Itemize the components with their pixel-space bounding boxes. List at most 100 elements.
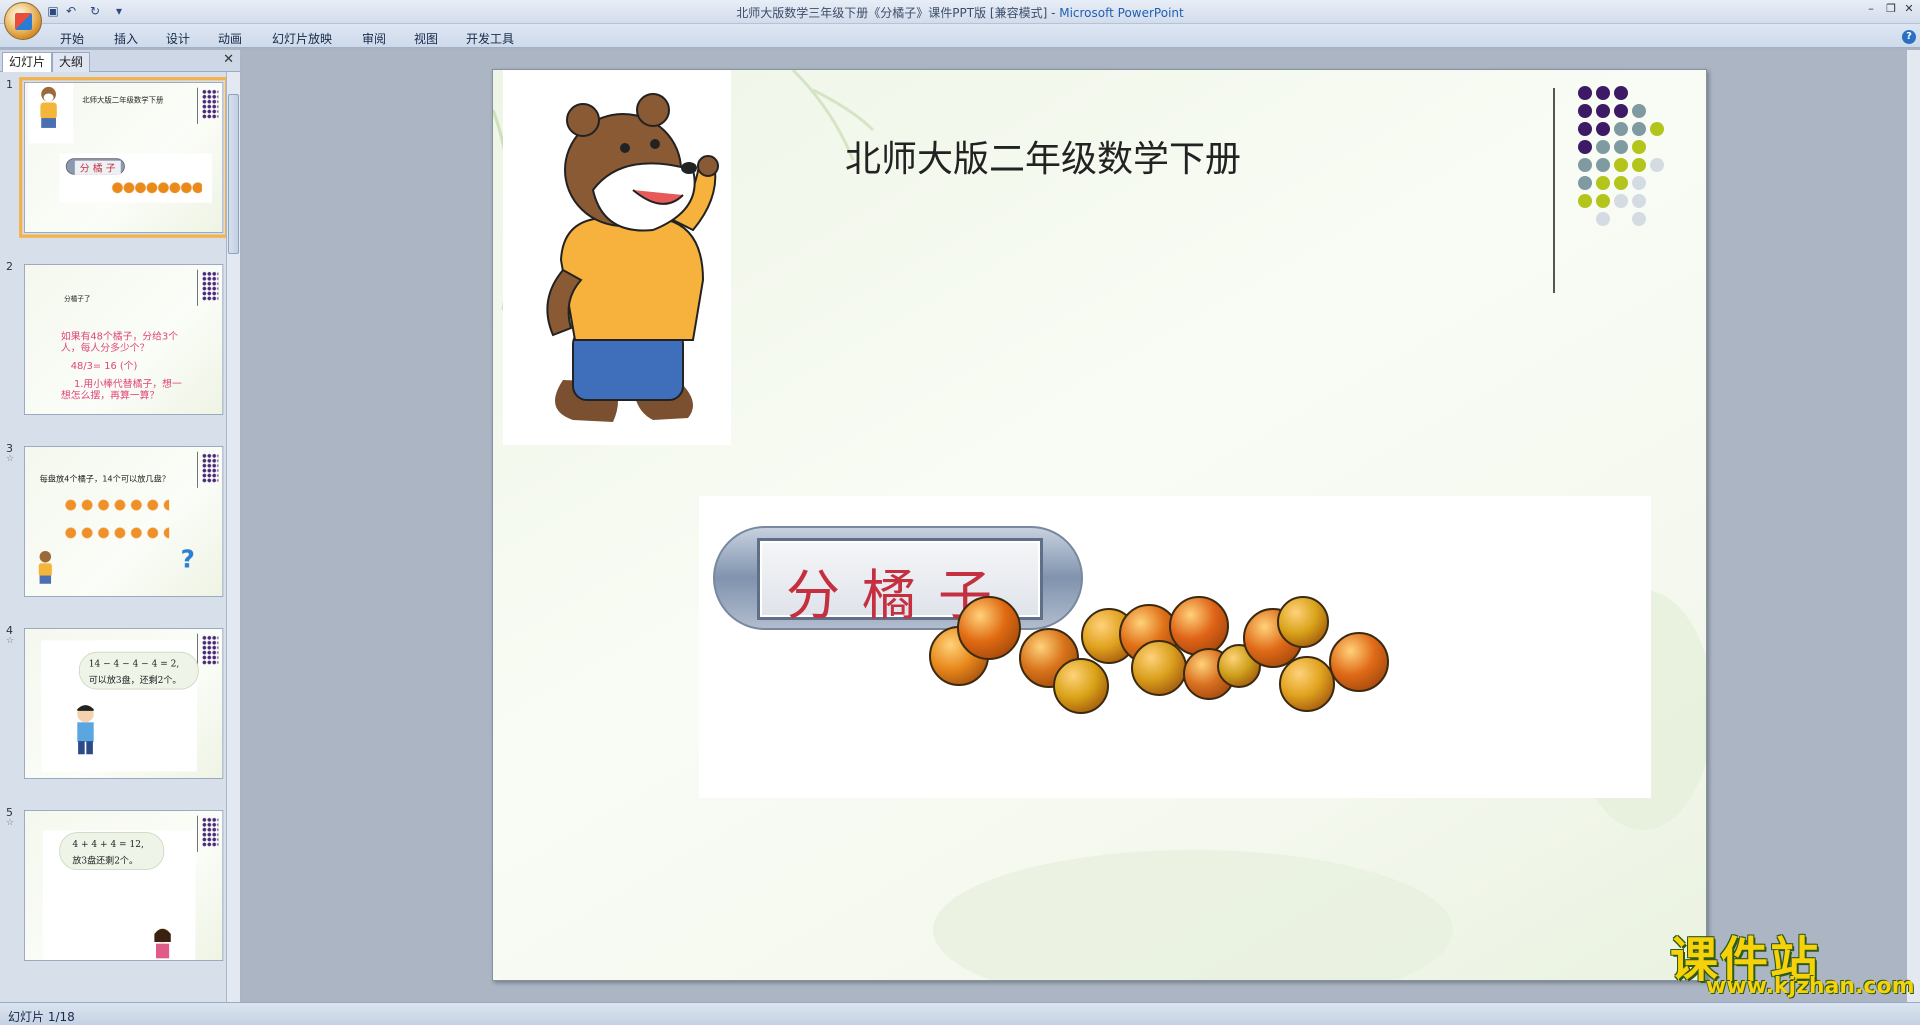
decor-dot <box>1596 194 1610 208</box>
ribbon-tabs: 开始 插入 设计 动画 幻灯片放映 审阅 视图 开发工具 <box>0 24 1920 48</box>
slide-thumbnail-5[interactable]: 4 + 4 + 4 = 12, 放3盘还剩2个。 <box>24 810 224 961</box>
orange <box>957 596 1021 660</box>
app-name: Microsoft PowerPoint <box>1059 6 1184 20</box>
slide-thumbnail-list: 1 北师大版二年级数学下册 分 橘 子 2 分橘子了 如果有48个橘子，分给3个… <box>0 72 226 1002</box>
dot-grid-decoration <box>1578 86 1678 236</box>
tab-animations[interactable]: 动画 <box>218 30 242 47</box>
oranges-row <box>62 527 170 539</box>
slide-thumbnail-3[interactable]: 每盘放4个橘子，14个可以放几盘？ ? <box>24 446 224 597</box>
dot-pattern-icon <box>201 271 219 301</box>
thumb-plate: 分 橘 子 <box>65 158 125 175</box>
decor-dot <box>1578 122 1592 136</box>
office-logo-icon <box>15 13 32 30</box>
status-bar: 幻灯片 1/18 <box>0 1002 1920 1025</box>
decor-dot <box>1578 194 1592 208</box>
tab-slides[interactable]: 幻灯片 <box>2 52 53 72</box>
scroll-thumb[interactable] <box>228 94 239 254</box>
slide-scrollbar[interactable] <box>1906 50 1920 1002</box>
help-icon[interactable]: ? <box>1902 30 1916 44</box>
decor-dot <box>1578 140 1592 154</box>
watermark: 课件站 www.kjzhan.com <box>1670 920 1915 1000</box>
orange <box>1053 658 1109 714</box>
decor-dot <box>1614 140 1628 154</box>
decor-dot <box>1632 158 1646 172</box>
tab-home[interactable]: 开始 <box>60 30 84 47</box>
decor-dot <box>1632 140 1646 154</box>
bear-thumb <box>31 549 61 588</box>
decor-dot <box>1578 104 1592 118</box>
question-mark-icon: ? <box>180 545 195 574</box>
tab-developer[interactable]: 开发工具 <box>466 30 514 47</box>
current-slide[interactable]: 北师大版二年级数学下册 分橘子 <box>492 69 1707 981</box>
decor-dot <box>1650 158 1664 172</box>
tab-view[interactable]: 视图 <box>414 30 438 47</box>
decor-dot <box>1632 194 1646 208</box>
animation-star-icon: ☆ <box>6 636 15 646</box>
slide-title[interactable]: 北师大版二年级数学下册 <box>845 130 1241 182</box>
title-bar: ▣ ↶ ↻ ▾ 北师大版数学三年级下册《分橘子》课件PPT版 [兼容模式] - … <box>0 0 1920 40</box>
tab-insert[interactable]: 插入 <box>114 30 138 47</box>
oranges-row <box>62 499 170 511</box>
slide-number: 1 <box>6 78 13 91</box>
slide-number: 2 <box>6 260 13 273</box>
orange <box>1329 632 1389 692</box>
decor-dot <box>1632 122 1646 136</box>
restore-button[interactable]: ❐ <box>1884 3 1898 17</box>
decor-dot <box>1596 158 1610 172</box>
decor-dot <box>1596 176 1610 190</box>
girl-figure <box>148 926 178 959</box>
dot-pattern-icon <box>201 635 219 665</box>
panel-close-icon[interactable]: ✕ <box>223 52 234 67</box>
boy-figure <box>67 703 105 760</box>
close-button[interactable]: ✕ <box>1902 3 1916 17</box>
decor-dot <box>1596 86 1610 100</box>
slide-thumbnail-1[interactable]: 北师大版二年级数学下册 分 橘 子 <box>19 77 226 238</box>
slides-panel: 幻灯片 大纲 ✕ 1 北师大版二年级数学下册 分 橘 子 2 分橘子了 如果有4… <box>0 50 240 1002</box>
decor-dot <box>1632 212 1646 226</box>
orange <box>1279 656 1335 712</box>
decor-dot <box>1596 122 1610 136</box>
decor-dot <box>1596 104 1610 118</box>
animation-star-icon: ☆ <box>6 454 15 464</box>
oranges-pile <box>699 496 1651 798</box>
decor-dot <box>1614 104 1628 118</box>
tab-outline[interactable]: 大纲 <box>52 52 91 72</box>
dot-pattern-icon <box>201 89 219 119</box>
bear-thumb <box>28 82 74 144</box>
decor-dot <box>1632 104 1646 118</box>
decor-dot <box>1596 212 1610 226</box>
decor-dot <box>1632 176 1646 190</box>
window-title: 北师大版数学三年级下册《分橘子》课件PPT版 [兼容模式] - Microsof… <box>0 4 1920 21</box>
decor-dot <box>1578 176 1592 190</box>
decor-dot <box>1650 122 1664 136</box>
tab-design[interactable]: 设计 <box>166 30 190 47</box>
slide-thumbnail-4[interactable]: 14 − 4 − 4 − 4 = 2, 可以放3盘，还剩2个。 <box>24 628 224 779</box>
watermark-url: www.kjzhan.com <box>1706 974 1915 999</box>
minimize-button[interactable]: – <box>1864 3 1878 17</box>
slide-thumbnail-2[interactable]: 分橘子了 如果有48个橘子，分给3个 人，每人分多少个？ 48/3= 16 (个… <box>24 264 224 415</box>
panel-tabs: 幻灯片 大纲 ✕ <box>0 50 240 72</box>
decor-dot <box>1614 194 1628 208</box>
thumb-title: 北师大版二年级数学下册 <box>82 96 164 105</box>
tab-slideshow[interactable]: 幻灯片放映 <box>272 30 332 47</box>
panel-scrollbar[interactable] <box>226 72 240 1002</box>
office-button[interactable] <box>4 2 42 40</box>
dot-pattern-icon <box>201 817 219 847</box>
document-title: 北师大版数学三年级下册《分橘子》课件PPT版 [兼容模式] - <box>736 6 1060 20</box>
vertical-rule <box>1553 88 1555 293</box>
orange <box>1277 596 1329 648</box>
decor-dot <box>1578 158 1592 172</box>
bear-image <box>503 70 731 445</box>
oranges-thumb <box>111 179 202 198</box>
decor-dot <box>1614 158 1628 172</box>
decor-dot <box>1578 86 1592 100</box>
slide-counter: 幻灯片 1/18 <box>8 1010 75 1024</box>
decor-dot <box>1614 176 1628 190</box>
oranges-picture: 分橘子 <box>699 496 1651 798</box>
decor-dot <box>1596 140 1610 154</box>
orange <box>1169 596 1229 656</box>
decor-dot <box>1614 122 1628 136</box>
tab-review[interactable]: 审阅 <box>362 30 386 47</box>
dot-pattern-icon <box>201 453 219 483</box>
decor-dot <box>1614 86 1628 100</box>
